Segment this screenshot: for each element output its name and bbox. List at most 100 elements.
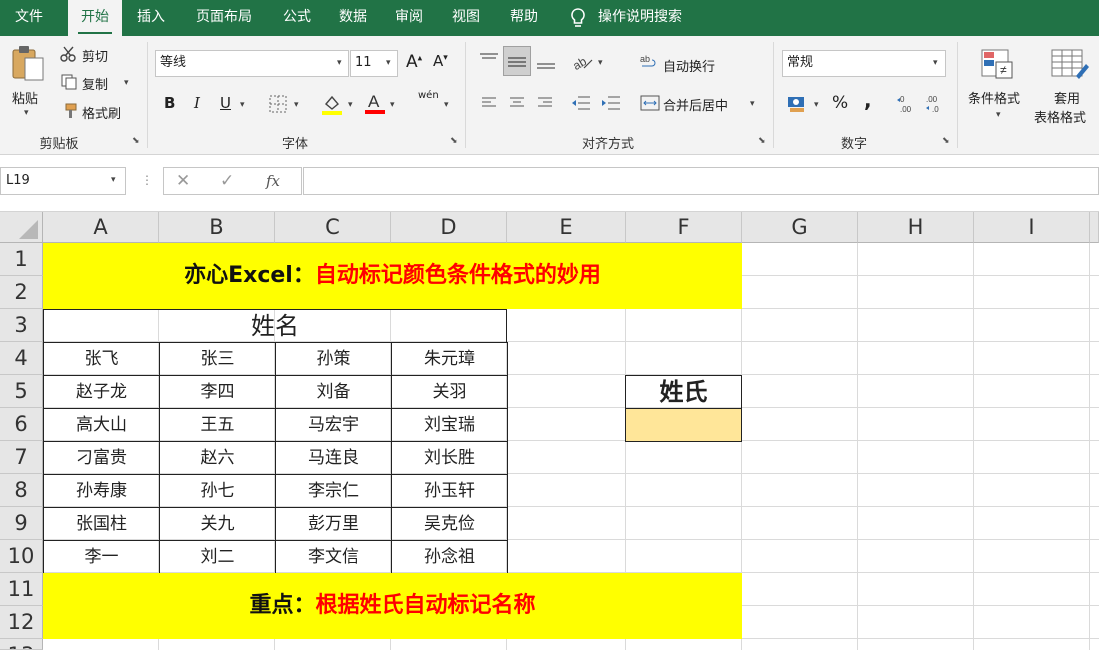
insert-function-button[interactable]: fx (266, 172, 280, 190)
row-header[interactable]: 4 (0, 342, 43, 375)
row-header[interactable]: 2 (0, 276, 43, 309)
number-format-dropdown-icon[interactable]: ▾ (933, 58, 938, 68)
cancel-icon[interactable]: ✕ (176, 171, 190, 191)
table-format-button-line2[interactable]: 表格格式 (1034, 107, 1086, 126)
tab-home[interactable]: 开始 (68, 0, 122, 37)
align-middle-icon[interactable] (503, 46, 531, 76)
row-header[interactable]: 13 (0, 639, 43, 650)
name-cell[interactable]: 彭万里 (275, 507, 392, 541)
increase-indent-icon[interactable] (600, 94, 622, 112)
row-header[interactable]: 11 (0, 573, 43, 606)
scissors-icon[interactable] (60, 45, 78, 63)
format-painter-icon[interactable] (60, 102, 78, 120)
name-cell[interactable]: 赵六 (159, 441, 276, 475)
font-name-dropdown-icon[interactable]: ▾ (337, 58, 342, 68)
increase-font-size-icon[interactable]: A▴ (406, 52, 422, 72)
name-cell[interactable]: 孙寿康 (43, 474, 160, 508)
tab-formulas[interactable]: 公式 (274, 0, 320, 36)
column-header[interactable]: I (974, 212, 1090, 243)
fill-color-dropdown-icon[interactable]: ▾ (348, 100, 353, 110)
column-header-partial[interactable] (1090, 212, 1099, 243)
tell-me-search[interactable]: 操作说明搜索 (598, 0, 698, 36)
column-header[interactable]: F (626, 212, 742, 243)
font-color-dropdown-icon[interactable]: ▾ (390, 100, 395, 110)
align-left-icon[interactable] (480, 94, 498, 112)
name-cell[interactable]: 关九 (159, 507, 276, 541)
row-header[interactable]: 7 (0, 441, 43, 474)
tab-review[interactable]: 审阅 (386, 0, 432, 36)
name-cell[interactable]: 赵子龙 (43, 375, 160, 409)
merge-dropdown-icon[interactable]: ▾ (750, 99, 755, 109)
format-painter-button[interactable]: 格式刷 (82, 103, 121, 122)
worksheet-grid[interactable]: A B C D E F G H I 1 2 3 4 5 6 7 8 9 10 1… (0, 212, 1099, 650)
formula-bar-splitter-icon[interactable]: ⋮ (141, 173, 153, 187)
tab-help[interactable]: 帮助 (500, 0, 548, 36)
column-header[interactable]: D (391, 212, 507, 243)
wrap-text-button[interactable]: 自动换行 (663, 56, 715, 75)
alignment-launcher-icon[interactable]: ⬊ (758, 136, 768, 146)
row-header[interactable]: 10 (0, 540, 43, 573)
align-bottom-icon[interactable] (535, 50, 557, 74)
conditional-format-button[interactable]: 条件格式 (968, 88, 1020, 107)
border-icon[interactable] (268, 94, 288, 114)
name-cell[interactable]: 刘长胜 (391, 441, 508, 475)
row-header[interactable]: 9 (0, 507, 43, 540)
accounting-dropdown-icon[interactable]: ▾ (814, 100, 819, 110)
title-banner[interactable]: 亦心Excel：自动标记颜色条件格式的妙用 (43, 243, 742, 309)
tab-file[interactable]: 文件 (0, 0, 58, 36)
number-format-select[interactable]: 常规 (782, 50, 946, 77)
italic-button[interactable]: I (194, 94, 200, 112)
column-header[interactable]: C (275, 212, 391, 243)
name-cell[interactable]: 关羽 (391, 375, 508, 409)
name-cell[interactable]: 孙念祖 (391, 540, 508, 574)
align-center-icon[interactable] (508, 94, 526, 112)
orientation-icon[interactable]: ab (570, 50, 594, 73)
name-cell[interactable]: 高大山 (43, 408, 160, 442)
bold-button[interactable]: B (164, 94, 175, 112)
decrease-indent-icon[interactable] (570, 94, 592, 112)
underline-button[interactable]: U (220, 94, 231, 112)
row-header[interactable]: 6 (0, 408, 43, 441)
row-header[interactable]: 5 (0, 375, 43, 408)
border-dropdown-icon[interactable]: ▾ (294, 100, 299, 110)
underline-dropdown-icon[interactable]: ▾ (240, 100, 245, 110)
name-cell[interactable]: 李一 (43, 540, 160, 574)
phonetic-guide-button[interactable]: wén (418, 90, 439, 101)
column-header[interactable]: A (43, 212, 159, 243)
tab-data[interactable]: 数据 (330, 0, 376, 36)
name-cell[interactable]: 朱元璋 (391, 342, 508, 376)
conditional-format-dropdown-icon[interactable]: ▾ (996, 110, 1001, 120)
paste-dropdown-icon[interactable]: ▾ (24, 108, 29, 118)
name-cell[interactable]: 孙玉轩 (391, 474, 508, 508)
copy-icon[interactable] (60, 73, 78, 91)
accounting-format-icon[interactable] (786, 94, 808, 114)
column-header[interactable]: H (858, 212, 974, 243)
font-size-dropdown-icon[interactable]: ▾ (386, 58, 391, 68)
names-header[interactable]: 姓名 (43, 309, 507, 343)
row-header[interactable]: 8 (0, 474, 43, 507)
name-cell[interactable]: 刘二 (159, 540, 276, 574)
footer-banner[interactable]: 重点：根据姓氏自动标记名称 (43, 573, 742, 639)
name-cell[interactable]: 李四 (159, 375, 276, 409)
tab-insert[interactable]: 插入 (128, 0, 174, 36)
name-cell[interactable]: 李宗仁 (275, 474, 392, 508)
orientation-dropdown-icon[interactable]: ▾ (598, 58, 603, 68)
font-color-icon[interactable]: A (364, 90, 386, 116)
surname-input-cell[interactable] (625, 408, 742, 442)
surname-header[interactable]: 姓氏 (625, 375, 742, 409)
conditional-format-icon[interactable]: ≠ (980, 46, 1016, 82)
name-cell[interactable]: 吴克俭 (391, 507, 508, 541)
row-header[interactable]: 1 (0, 243, 43, 276)
name-cell[interactable]: 刘宝瑞 (391, 408, 508, 442)
name-cell[interactable]: 张飞 (43, 342, 160, 376)
name-cell[interactable]: 孙七 (159, 474, 276, 508)
phonetic-dropdown-icon[interactable]: ▾ (444, 100, 449, 110)
copy-button[interactable]: 复制 (82, 74, 108, 93)
name-cell[interactable]: 李文信 (275, 540, 392, 574)
decrease-decimal-icon[interactable]: .00.0 (924, 94, 946, 114)
name-box[interactable]: L19 ▾ (0, 167, 126, 195)
paste-button[interactable]: 粘贴 (12, 88, 38, 107)
wrap-text-icon[interactable]: ab (640, 52, 658, 72)
formula-input[interactable] (303, 167, 1099, 195)
comma-style-button[interactable]: , (864, 88, 872, 112)
